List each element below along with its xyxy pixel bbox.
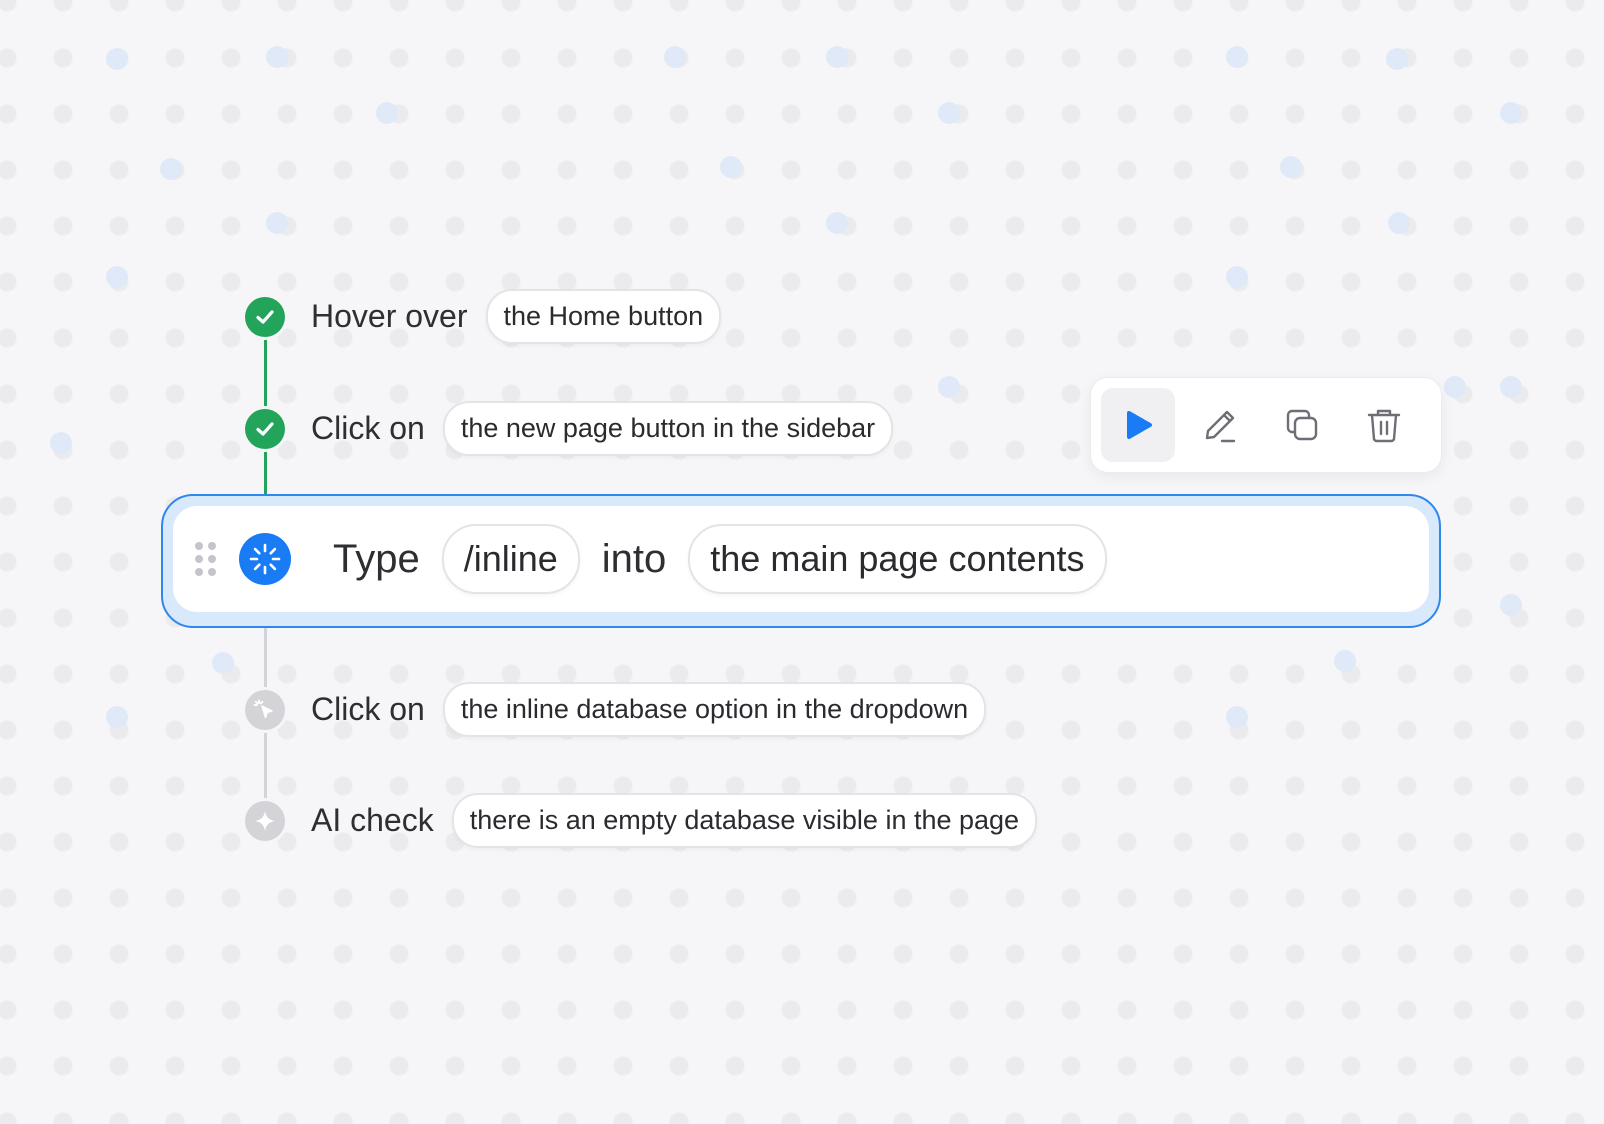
run-step-button[interactable] (1101, 388, 1175, 462)
delete-step-button[interactable] (1347, 388, 1421, 462)
step-target-chip[interactable]: the inline database option in the dropdo… (442, 682, 987, 737)
test-step-5[interactable]: AI check there is an empty database visi… (245, 793, 1038, 848)
test-step-2[interactable]: Click on the new page button in the side… (245, 401, 894, 456)
cursor-click-icon (245, 689, 285, 730)
step-target-chip[interactable]: the new page button in the sidebar (442, 401, 894, 456)
test-step-1[interactable]: Hover over the Home button (245, 289, 722, 344)
sparkle-icon (245, 800, 285, 841)
step-connector: into (601, 536, 667, 581)
step-action: Hover over (311, 298, 468, 334)
step-value-chip[interactable]: /inline (441, 524, 580, 594)
active-test-step[interactable]: Type /inline into the main page contents (161, 494, 1441, 628)
step-target-chip[interactable]: the Home button (485, 289, 722, 344)
edit-step-button[interactable] (1183, 388, 1257, 462)
loading-spinner-icon (239, 533, 291, 585)
step-action: AI check (311, 802, 434, 838)
step-action: Type (333, 536, 420, 581)
test-step-4[interactable]: Click on the inline database option in t… (245, 682, 987, 737)
duplicate-step-button[interactable] (1265, 388, 1339, 462)
drag-handle-icon[interactable] (195, 542, 217, 576)
checkmark-icon (245, 408, 285, 449)
step-target-chip[interactable]: the main page contents (688, 524, 1107, 594)
delete-icon (1367, 409, 1401, 443)
step-target-chip[interactable]: there is an empty database visible in th… (451, 793, 1038, 848)
duplicate-icon (1286, 409, 1318, 441)
step-action: Click on (311, 691, 425, 727)
checkmark-icon (245, 296, 285, 337)
play-icon (1127, 411, 1152, 439)
step-action: Click on (311, 410, 425, 446)
edit-icon (1205, 410, 1236, 443)
step-action-toolbar (1090, 377, 1442, 473)
